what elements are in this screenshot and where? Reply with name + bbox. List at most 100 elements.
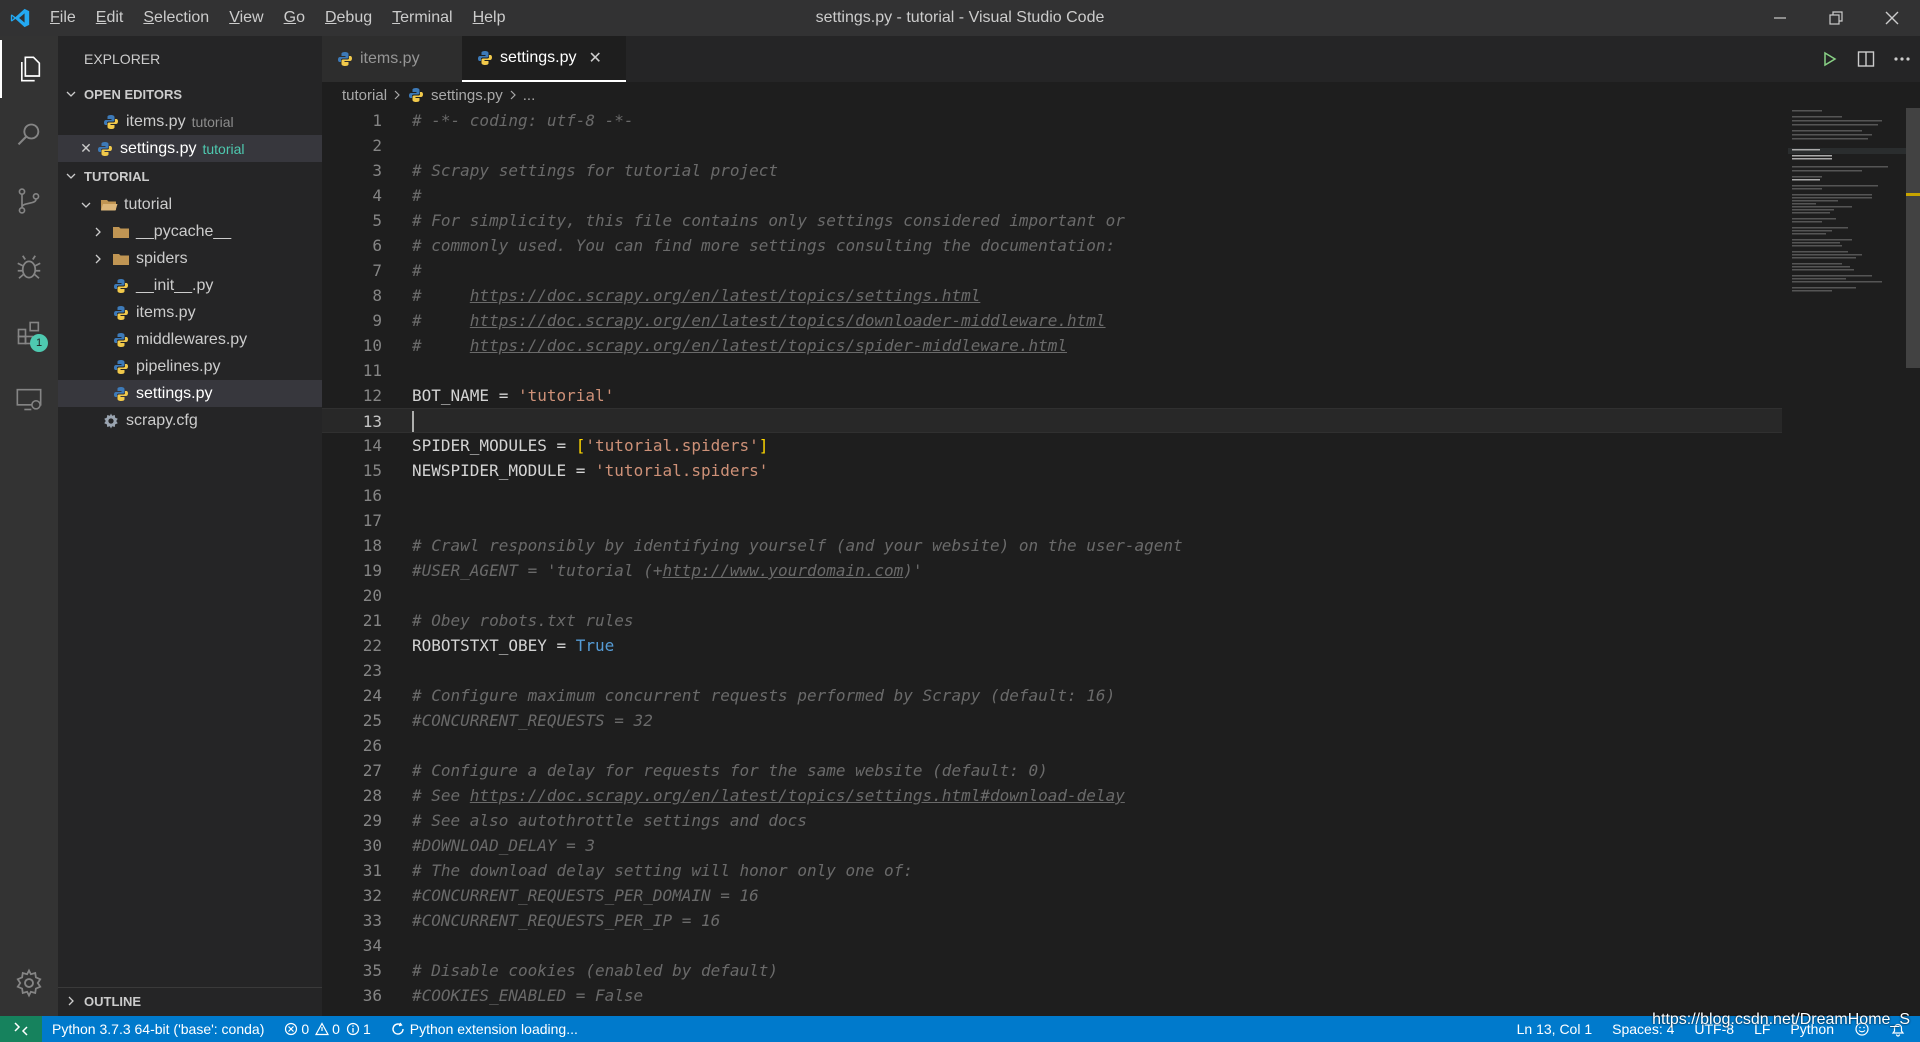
close-tab-icon[interactable]: ✕ xyxy=(588,48,601,68)
code-line: 31 # The download delay setting will hono… xyxy=(322,858,1782,883)
debug-activity-button[interactable] xyxy=(0,238,58,296)
code-line: 15 NEWSPIDER_MODULE = 'tutorial.spiders' xyxy=(322,458,1782,483)
code-line: 4 # xyxy=(322,183,1782,208)
breadcrumb-file[interactable]: settings.py xyxy=(431,87,503,104)
tree-file-middlewares[interactable]: middlewares.py xyxy=(58,326,322,353)
code-line: 24 # Configure maximum concurrent request… xyxy=(322,683,1782,708)
split-editor-button[interactable] xyxy=(1848,36,1884,82)
code-line: 5 # For simplicity, this file contains on… xyxy=(322,208,1782,233)
line-number: 11 xyxy=(362,361,382,380)
code-comment: # Obey robots.txt rules xyxy=(412,611,634,630)
chevron-down-icon xyxy=(66,173,76,179)
line-number: 29 xyxy=(362,811,382,830)
menu-help[interactable]: Help xyxy=(463,0,516,36)
run-file-button[interactable] xyxy=(1812,36,1848,82)
manage-button[interactable] xyxy=(0,954,58,1012)
text-cursor xyxy=(412,411,414,432)
code-link[interactable]: https://doc.scrapy.org/en/latest/topics/… xyxy=(470,286,981,305)
code-comment: #CONCURRENT_REQUESTS_PER_IP = 16 xyxy=(412,911,721,930)
minimize-button[interactable] xyxy=(1752,0,1808,36)
info-icon xyxy=(346,1022,360,1036)
close-editor-icon[interactable]: ✕ xyxy=(78,140,94,157)
code-statement: SPIDER_MODULES = ['tutorial.spiders'] xyxy=(412,436,769,455)
line-number: 32 xyxy=(362,886,382,905)
restore-button[interactable] xyxy=(1808,0,1864,36)
sidebar-title: EXPLORER xyxy=(84,51,161,67)
code-line: 14 SPIDER_MODULES = ['tutorial.spiders'] xyxy=(322,433,1782,458)
minimap[interactable] xyxy=(1788,108,1906,308)
menu-edit[interactable]: Edit xyxy=(86,0,134,36)
line-number: 30 xyxy=(362,836,382,855)
code-line: 8 # https://doc.scrapy.org/en/latest/topi… xyxy=(322,283,1782,308)
extensions-activity-button[interactable]: 1 xyxy=(0,304,58,362)
code-line: 3 # Scrapy settings for tutorial project xyxy=(322,158,1782,183)
tree-file-scrapy-cfg[interactable]: scrapy.cfg xyxy=(58,407,322,434)
tree-folder-pycache[interactable]: __pycache__ xyxy=(58,218,322,245)
python-interpreter[interactable]: Python 3.7.3 64-bit ('base': conda) xyxy=(52,1021,264,1037)
line-number: 23 xyxy=(362,661,382,680)
explorer-activity-button[interactable] xyxy=(0,40,58,98)
tree-file-items[interactable]: items.py xyxy=(58,299,322,326)
code-comment: # Disable cookies (enabled by default) xyxy=(412,961,779,980)
code-comment: # https://doc.scrapy.org/en/latest/topic… xyxy=(412,286,981,305)
open-editor-items[interactable]: items.py tutorial xyxy=(58,108,322,135)
code-editor[interactable]: 1 # -*- coding: utf-8 -*- 2 3 # Scrapy set… xyxy=(322,108,1782,1016)
tree-item-label: pipelines.py xyxy=(136,357,221,375)
tree-folder-spiders[interactable]: spiders xyxy=(58,245,322,272)
menu-terminal[interactable]: Terminal xyxy=(382,0,462,36)
code-link[interactable]: https://doc.scrapy.org/en/latest/topics/… xyxy=(470,311,1106,330)
line-number: 5 xyxy=(372,211,382,230)
breadcrumb-symbol[interactable]: ... xyxy=(523,87,536,104)
open-editors-header[interactable]: OPEN EDITORS xyxy=(58,81,322,107)
breadcrumb-folder[interactable]: tutorial xyxy=(342,87,387,104)
tab-items-py[interactable]: items.py xyxy=(322,36,462,82)
warning-count: 0 xyxy=(332,1021,340,1037)
gear-icon xyxy=(16,968,42,998)
chevron-right-icon xyxy=(68,996,74,1006)
error-icon xyxy=(285,1022,298,1036)
search-activity-button[interactable] xyxy=(0,106,58,164)
code-comment: #USER_AGENT = 'tutorial (+http://www.you… xyxy=(412,561,923,580)
tree-file-pipelines[interactable]: pipelines.py xyxy=(58,353,322,380)
tree-folder-tutorial[interactable]: tutorial xyxy=(58,191,322,218)
explorer-sidebar: EXPLORER OPEN EDITORS items.py tutorial … xyxy=(58,36,322,1016)
code-link[interactable]: https://doc.scrapy.org/en/latest/topics/… xyxy=(470,786,1125,805)
menu-go[interactable]: Go xyxy=(274,0,315,36)
line-number: 21 xyxy=(362,611,382,630)
code-line: 36 #COOKIES_ENABLED = False xyxy=(322,983,1782,1008)
code-line: 23 xyxy=(322,658,1782,683)
chevron-right-icon xyxy=(510,90,516,100)
menu-file[interactable]: File xyxy=(40,0,86,36)
cursor-position[interactable]: Ln 13, Col 1 xyxy=(1517,1021,1593,1037)
menu-selection[interactable]: Selection xyxy=(133,0,219,36)
remote-explorer-icon xyxy=(16,388,42,411)
tree-file-settings[interactable]: settings.py xyxy=(58,380,322,407)
close-window-button[interactable] xyxy=(1864,0,1920,36)
tree-file-init[interactable]: __init__.py xyxy=(58,272,322,299)
code-line: 7 # xyxy=(322,258,1782,283)
more-actions-button[interactable] xyxy=(1884,36,1920,82)
open-editor-settings[interactable]: ✕ settings.py tutorial xyxy=(58,135,322,162)
code-line: 28 # See https://doc.scrapy.org/en/latest… xyxy=(322,783,1782,808)
problems-summary[interactable]: 0 0 1 xyxy=(284,1021,371,1037)
code-link[interactable]: https://doc.scrapy.org/en/latest/topics/… xyxy=(470,336,1067,355)
tab-settings-py[interactable]: settings.py ✕ xyxy=(462,36,626,82)
python-file-icon xyxy=(407,86,425,104)
code-line: 35 # Disable cookies (enabled by default) xyxy=(322,958,1782,983)
open-editor-hint: tutorial xyxy=(191,113,234,130)
menu-view[interactable]: View xyxy=(219,0,273,36)
outline-section-header[interactable]: OUTLINE xyxy=(58,988,322,1014)
title-bar: File Edit Selection View Go Debug Termin… xyxy=(0,0,1920,36)
search-icon xyxy=(17,123,40,146)
source-control-activity-button[interactable] xyxy=(0,172,58,230)
project-section-header[interactable]: TUTORIAL xyxy=(58,163,322,189)
vertical-scrollbar[interactable] xyxy=(1906,108,1920,368)
remote-explorer-activity-button[interactable] xyxy=(0,370,58,428)
menu-debug[interactable]: Debug xyxy=(315,0,382,36)
code-line: 9 # https://doc.scrapy.org/en/latest/topi… xyxy=(322,308,1782,333)
code-link[interactable]: http://www.yourdomain.com xyxy=(662,561,903,580)
chevron-down-icon xyxy=(81,202,91,208)
remote-indicator-button[interactable] xyxy=(0,1016,42,1042)
line-number: 9 xyxy=(372,311,382,330)
code-line: 32 #CONCURRENT_REQUESTS_PER_DOMAIN = 16 xyxy=(322,883,1782,908)
